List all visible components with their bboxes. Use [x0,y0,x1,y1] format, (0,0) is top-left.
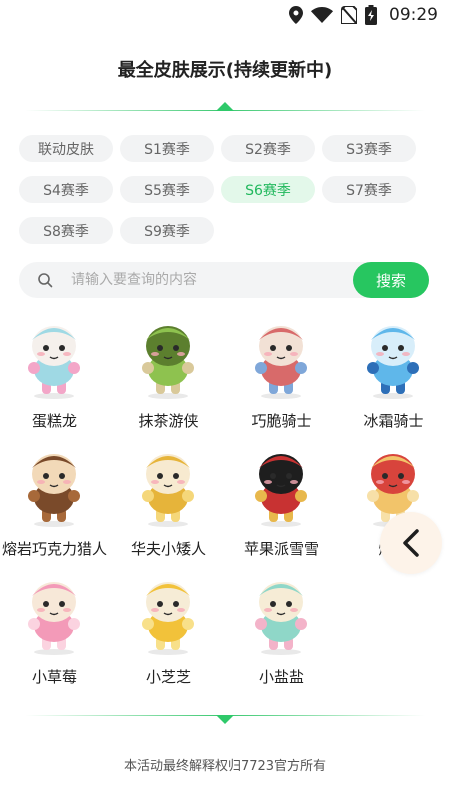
status-time: 09:29 [389,5,438,25]
skin-card[interactable]: 熔岩巧克力猎人 [0,446,111,574]
crispy-knight-figure [255,326,307,399]
skin-name: 熔岩巧克力猎人 [1,540,107,558]
frost-knight-figure [367,326,419,399]
skin-card[interactable]: 小草莓 [0,574,111,702]
skin-name: 抹茶游侠 [138,412,199,430]
search-bar: 搜索 [19,262,429,298]
cake-dragon-figure [28,326,80,399]
season-chip-s9[interactable]: S9赛季 [120,217,214,244]
title-divider [25,102,425,116]
search-icon [38,273,53,288]
skin-card[interactable]: 小芝芝 [112,574,225,702]
apple-pie-snow-figure [255,454,307,527]
skin-name: 苹果派雪雪 [243,540,319,558]
season-filter: 联动皮肤 S1赛季 S2赛季 S3赛季 S4赛季 S5赛季 S6赛季 S7赛季 … [19,135,431,244]
search-button[interactable]: 搜索 [353,262,429,298]
season-chip-s4[interactable]: S4赛季 [19,176,113,203]
skin-name: 小草莓 [31,668,77,686]
season-chip-collab[interactable]: 联动皮肤 [19,135,113,162]
little-salt-figure [255,582,307,655]
location-icon [289,6,303,24]
matcha-ranger-figure [142,326,194,399]
skin-name: 蛋糕龙 [31,412,77,430]
skin-card[interactable]: 小盐盐 [225,574,338,702]
footer-disclaimer: 本活动最终解释权归7723官方所有 [123,759,327,774]
skin-card[interactable]: 苹果派雪雪 [225,446,338,574]
skin-card[interactable]: 抹茶游侠 [112,318,225,446]
back-button[interactable] [380,512,442,574]
skin-card[interactable]: 冰霜骑士 [337,318,450,446]
divider-triangle-down-icon [216,715,234,724]
chevron-left-icon [403,529,419,557]
waffle-dwarf-figure [142,454,194,527]
skin-card[interactable]: 巧脆骑士 [225,318,338,446]
status-bar: 09:29 [0,0,450,30]
season-chip-s2[interactable]: S2赛季 [221,135,315,162]
skin-card[interactable]: 华夫小矮人 [112,446,225,574]
footer-divider [25,709,425,724]
season-chip-s1[interactable]: S1赛季 [120,135,214,162]
skin-card[interactable]: 蛋糕龙 [0,318,111,446]
page-title: 最全皮肤展示(持续更新中) [117,60,333,81]
little-cheese-figure [142,582,194,655]
season-chip-s5[interactable]: S5赛季 [120,176,214,203]
skin-name: 冰霜骑士 [363,412,424,430]
season-chip-s6[interactable]: S6赛季 [221,176,315,203]
lava-chocolate-hunter-figure [28,454,80,527]
wifi-icon [311,7,333,23]
little-strawberry-figure [28,582,80,655]
divider-triangle-up-icon [216,102,234,111]
skin-name: 巧脆骑士 [251,412,312,430]
skin-name: 小盐盐 [258,668,304,686]
battery-charging-icon [365,5,377,25]
season-chip-s3[interactable]: S3赛季 [322,135,416,162]
season-chip-s7[interactable]: S7赛季 [322,176,416,203]
no-sim-icon [341,6,357,24]
search-input[interactable] [53,262,353,298]
season-chip-s8[interactable]: S8赛季 [19,217,113,244]
skin-name: 小芝芝 [145,668,191,686]
skin-name: 华夫小矮人 [130,540,206,558]
